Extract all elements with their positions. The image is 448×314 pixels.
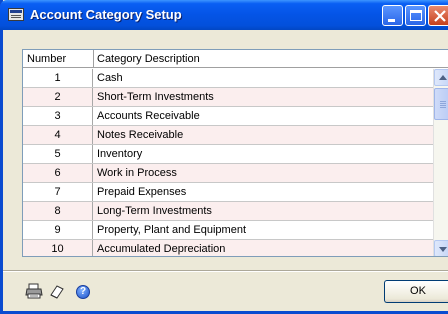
row-description[interactable]: Work in Process	[97, 167, 177, 179]
scroll-up-button[interactable]	[434, 69, 448, 86]
vertical-scrollbar[interactable]	[433, 69, 448, 256]
row-description[interactable]: Inventory	[97, 148, 142, 160]
dialog-window: Account Category Setup Number Category D…	[0, 0, 448, 314]
window-app-icon	[8, 8, 24, 21]
row-number: 1	[23, 69, 93, 87]
table-row[interactable]: 5 Inventory	[23, 145, 433, 164]
chevron-up-icon	[439, 75, 447, 80]
row-number: 5	[23, 145, 93, 163]
row-number: 4	[23, 126, 93, 144]
row-number: 6	[23, 164, 93, 182]
row-description[interactable]: Property, Plant and Equipment	[97, 224, 246, 236]
close-icon	[434, 10, 446, 22]
row-number: 7	[23, 183, 93, 201]
ok-button[interactable]: OK	[384, 280, 448, 303]
row-description[interactable]: Long-Term Investments	[97, 205, 212, 217]
maximize-button[interactable]	[405, 5, 426, 26]
printer-icon[interactable]	[25, 283, 43, 299]
title-bar[interactable]: Account Category Setup	[0, 0, 448, 30]
grid-header: Number Category Description	[23, 50, 448, 68]
category-grid: Number Category Description 1 Cash 2 Sho…	[22, 49, 448, 257]
table-row[interactable]: 9 Property, Plant and Equipment	[23, 221, 433, 240]
row-number: 9	[23, 221, 93, 239]
table-row[interactable]: 3 Accounts Receivable	[23, 107, 433, 126]
table-row[interactable]: 4 Notes Receivable	[23, 126, 433, 145]
chevron-down-icon	[439, 247, 447, 252]
row-number: 2	[23, 88, 93, 106]
table-row[interactable]: 6 Work in Process	[23, 164, 433, 183]
column-header-description[interactable]: Category Description	[97, 53, 200, 65]
column-separator	[93, 50, 94, 68]
scroll-down-button[interactable]	[434, 240, 448, 256]
help-icon[interactable]: ?	[76, 285, 90, 299]
row-description[interactable]: Accounts Receivable	[97, 110, 200, 122]
table-row[interactable]: 8 Long-Term Investments	[23, 202, 433, 221]
table-row[interactable]: 1 Cash	[23, 69, 433, 88]
grid-rows: 1 Cash 2 Short-Term Investments 3 Accoun…	[23, 69, 433, 256]
window-title: Account Category Setup	[30, 7, 182, 22]
minimize-button[interactable]	[382, 5, 403, 26]
row-description[interactable]: Cash	[97, 72, 123, 84]
row-number: 8	[23, 202, 93, 220]
row-number: 10	[23, 240, 93, 256]
table-row[interactable]: 10 Accumulated Depreciation	[23, 240, 433, 256]
row-description[interactable]: Accumulated Depreciation	[97, 243, 225, 255]
footer-divider	[3, 270, 448, 272]
scrollbar-thumb[interactable]	[434, 88, 448, 120]
row-description[interactable]: Prepaid Expenses	[97, 186, 186, 198]
table-row[interactable]: 7 Prepaid Expenses	[23, 183, 433, 202]
column-header-number[interactable]: Number	[27, 53, 89, 65]
clear-icon[interactable]	[49, 284, 65, 299]
close-button[interactable]	[428, 5, 448, 26]
maximize-icon	[410, 10, 422, 21]
row-description[interactable]: Notes Receivable	[97, 129, 183, 141]
minimize-icon	[388, 19, 395, 22]
row-description[interactable]: Short-Term Investments	[97, 91, 214, 103]
row-number: 3	[23, 107, 93, 125]
table-row[interactable]: 2 Short-Term Investments	[23, 88, 433, 107]
